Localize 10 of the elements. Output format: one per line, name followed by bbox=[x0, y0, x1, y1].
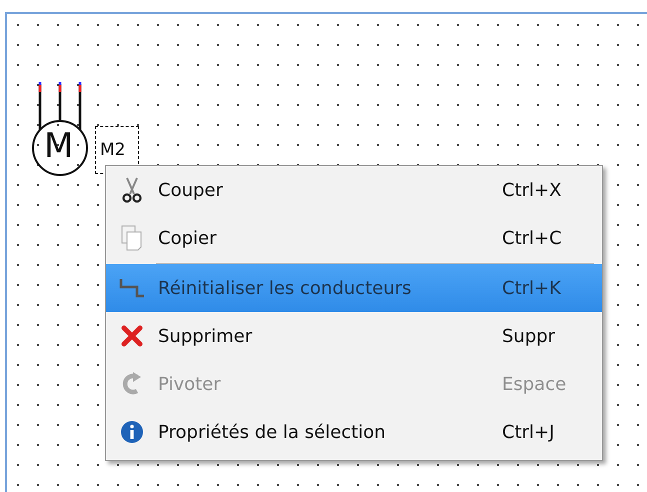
motor-symbol-text: M bbox=[44, 128, 74, 164]
delete-icon bbox=[121, 325, 143, 347]
menu-item[interactable]: Propriétés de la sélection Ctrl+J bbox=[106, 408, 602, 456]
info-icon bbox=[120, 420, 144, 444]
menu-item[interactable]: Supprimer Suppr bbox=[106, 312, 602, 360]
wire-icon bbox=[119, 278, 145, 298]
menu-item[interactable]: Copier Ctrl+C bbox=[106, 214, 602, 262]
rotate-icon bbox=[122, 372, 142, 396]
scissors-icon bbox=[121, 177, 143, 203]
copy-icon bbox=[121, 225, 143, 251]
